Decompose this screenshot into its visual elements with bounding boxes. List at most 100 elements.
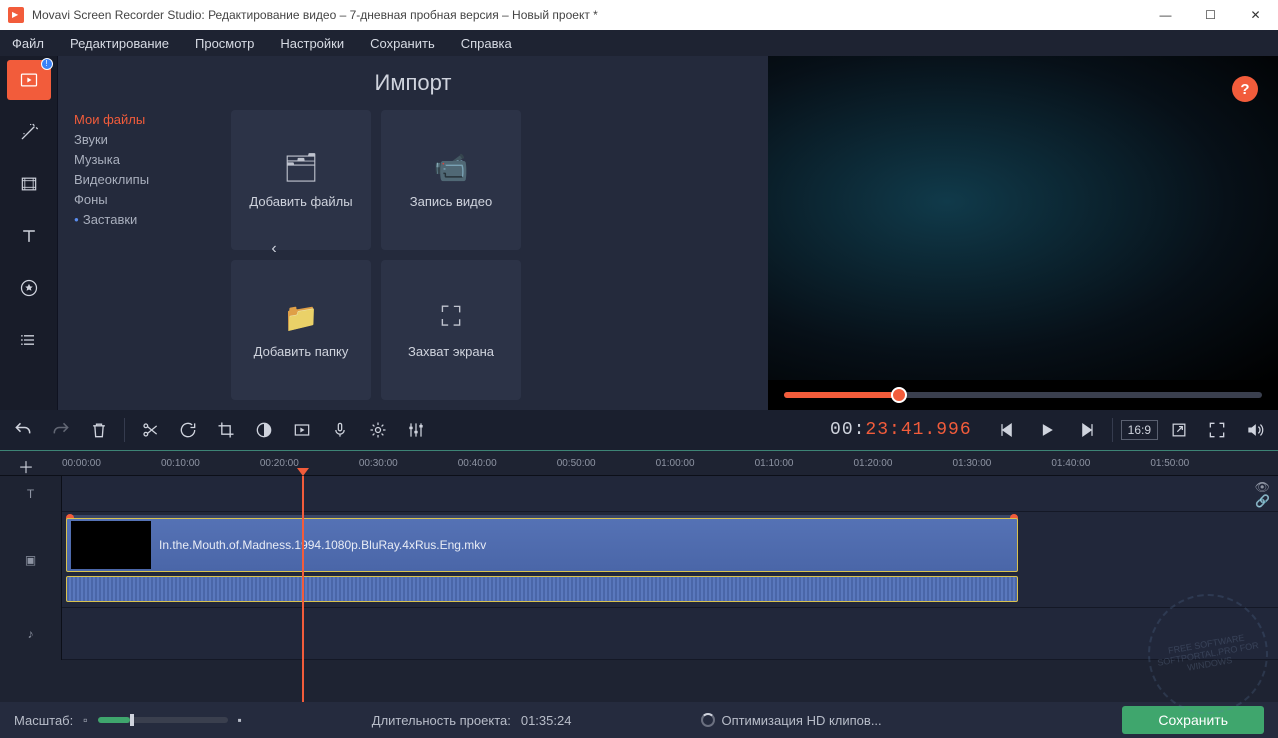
- rotate-icon: [178, 420, 198, 440]
- transition-icon: [292, 420, 312, 440]
- timecode-prefix: 00:: [830, 420, 865, 440]
- zoom-out-icon[interactable]: ▫: [83, 713, 87, 727]
- tab-stickers[interactable]: [7, 268, 51, 308]
- tab-filters[interactable]: [7, 112, 51, 152]
- tab-text[interactable]: [7, 216, 51, 256]
- menu-settings[interactable]: Настройки: [276, 33, 348, 54]
- preview-video-frame[interactable]: [768, 56, 1278, 380]
- list-icon: [19, 330, 39, 350]
- cut-button[interactable]: [133, 413, 167, 447]
- tick: 01:30:00: [952, 458, 991, 469]
- collapse-categories-button[interactable]: ‹: [266, 234, 282, 264]
- menu-view[interactable]: Просмотр: [191, 33, 258, 54]
- film-play-icon: [19, 70, 39, 90]
- redo-icon: [51, 420, 71, 440]
- menu-edit[interactable]: Редактирование: [66, 33, 173, 54]
- duration-value: 01:35:24: [521, 713, 572, 728]
- tile-record-video[interactable]: 📹 Запись видео: [381, 110, 521, 250]
- voiceover-button[interactable]: [323, 413, 357, 447]
- add-track-button[interactable]: ＋: [18, 454, 34, 478]
- visibility-icon[interactable]: 👁: [1255, 480, 1270, 494]
- timeline-playhead[interactable]: [302, 476, 304, 702]
- zoom-in-icon[interactable]: ▪: [238, 713, 242, 727]
- aspect-ratio-select[interactable]: 16:9: [1121, 420, 1158, 440]
- play-button[interactable]: [1030, 413, 1064, 447]
- tick: 01:00:00: [656, 458, 695, 469]
- cat-my-files[interactable]: Мои файлы: [74, 112, 213, 127]
- clip-properties-button[interactable]: [361, 413, 395, 447]
- filmstrip-icon: [19, 174, 39, 194]
- audio-waveform-clip[interactable]: [66, 576, 1018, 602]
- help-button[interactable]: ?: [1232, 76, 1258, 102]
- detach-preview-button[interactable]: [1162, 413, 1196, 447]
- notification-badge-icon: !: [41, 58, 53, 70]
- next-frame-button[interactable]: [1070, 413, 1104, 447]
- camera-icon: 📹: [434, 151, 469, 184]
- window-titlebar: Movavi Screen Recorder Studio: Редактиро…: [0, 0, 1278, 30]
- seek-handle[interactable]: [891, 387, 907, 403]
- track-video-body[interactable]: In.the.Mouth.of.Madness.1994.1080p.BluRa…: [62, 512, 1278, 608]
- folder-icon: 📁: [284, 301, 319, 334]
- link-icon[interactable]: 🔗: [1255, 494, 1270, 508]
- zoom-label: Масштаб:: [14, 713, 73, 728]
- color-button[interactable]: [247, 413, 281, 447]
- tile-add-folder[interactable]: 📁 Добавить папку: [231, 260, 371, 400]
- tab-more[interactable]: [7, 320, 51, 360]
- track-titles-body[interactable]: 👁 🔗: [62, 476, 1278, 512]
- sliders-icon: [406, 420, 426, 440]
- gear-icon: [368, 420, 388, 440]
- tile-record-video-label: Запись видео: [410, 194, 492, 209]
- tile-screen-capture[interactable]: ⛶ Захват экрана: [381, 260, 521, 400]
- track-video: ▣ In.the.Mouth.of.Madness.1994.1080p.Blu…: [0, 512, 1278, 608]
- undo-button[interactable]: [6, 413, 40, 447]
- crop-button[interactable]: [209, 413, 243, 447]
- tick: 01:40:00: [1051, 458, 1090, 469]
- prev-frame-button[interactable]: [990, 413, 1024, 447]
- rotate-button[interactable]: [171, 413, 205, 447]
- play-icon: [1037, 420, 1057, 440]
- cat-backgrounds[interactable]: Фоны: [74, 192, 213, 207]
- cat-music[interactable]: Музыка: [74, 152, 213, 167]
- close-button[interactable]: ✕: [1233, 0, 1278, 30]
- zoom-knob[interactable]: [130, 714, 134, 726]
- timeline-ruler[interactable]: ＋ 00:00:00 00:10:00 00:20:00 00:30:00 00…: [0, 450, 1278, 476]
- tick: 00:30:00: [359, 458, 398, 469]
- tile-add-files[interactable]: 🗂 Добавить файлы: [231, 110, 371, 250]
- speaker-icon: [1245, 420, 1265, 440]
- undo-icon: [13, 420, 33, 440]
- cat-sounds[interactable]: Звуки: [74, 132, 213, 147]
- star-circle-icon: [19, 278, 39, 298]
- save-button[interactable]: Сохранить: [1122, 706, 1264, 734]
- track-audio-body[interactable]: 🔊 ✖: [62, 608, 1278, 660]
- menu-file[interactable]: Файл: [8, 33, 48, 54]
- fullscreen-icon: [1207, 420, 1227, 440]
- menu-save[interactable]: Сохранить: [366, 33, 439, 54]
- tab-transitions[interactable]: [7, 164, 51, 204]
- redo-button[interactable]: [44, 413, 78, 447]
- fullscreen-button[interactable]: [1200, 413, 1234, 447]
- screen-capture-icon: ⛶: [441, 301, 461, 334]
- cat-intros[interactable]: Заставки: [74, 212, 213, 227]
- preview-seekbar[interactable]: [768, 380, 1278, 410]
- text-icon: [19, 226, 39, 246]
- maximize-button[interactable]: ☐: [1188, 0, 1233, 30]
- volume-button[interactable]: [1238, 413, 1272, 447]
- tick: 00:50:00: [557, 458, 596, 469]
- tile-add-files-label: Добавить файлы: [249, 194, 352, 209]
- minimize-button[interactable]: —: [1143, 0, 1188, 30]
- menu-help[interactable]: Справка: [457, 33, 516, 54]
- magic-wand-icon: [19, 122, 39, 142]
- timecode-main: 23:41.996: [865, 420, 971, 440]
- delete-button[interactable]: [82, 413, 116, 447]
- cat-clips[interactable]: Видеоклипы: [74, 172, 213, 187]
- equalizer-button[interactable]: [399, 413, 433, 447]
- video-track-icon: ▣: [25, 553, 36, 567]
- optimizing-label: Оптимизация HD клипов...: [721, 713, 881, 728]
- left-toolbar: !: [0, 56, 58, 410]
- tab-import[interactable]: !: [7, 60, 51, 100]
- zoom-slider[interactable]: [98, 717, 228, 723]
- transition-button[interactable]: [285, 413, 319, 447]
- menu-bar: Файл Редактирование Просмотр Настройки С…: [0, 30, 1278, 56]
- video-clip[interactable]: In.the.Mouth.of.Madness.1994.1080p.BluRa…: [66, 518, 1018, 572]
- ruler-ticks: 00:00:00 00:10:00 00:20:00 00:30:00 00:4…: [62, 458, 1189, 469]
